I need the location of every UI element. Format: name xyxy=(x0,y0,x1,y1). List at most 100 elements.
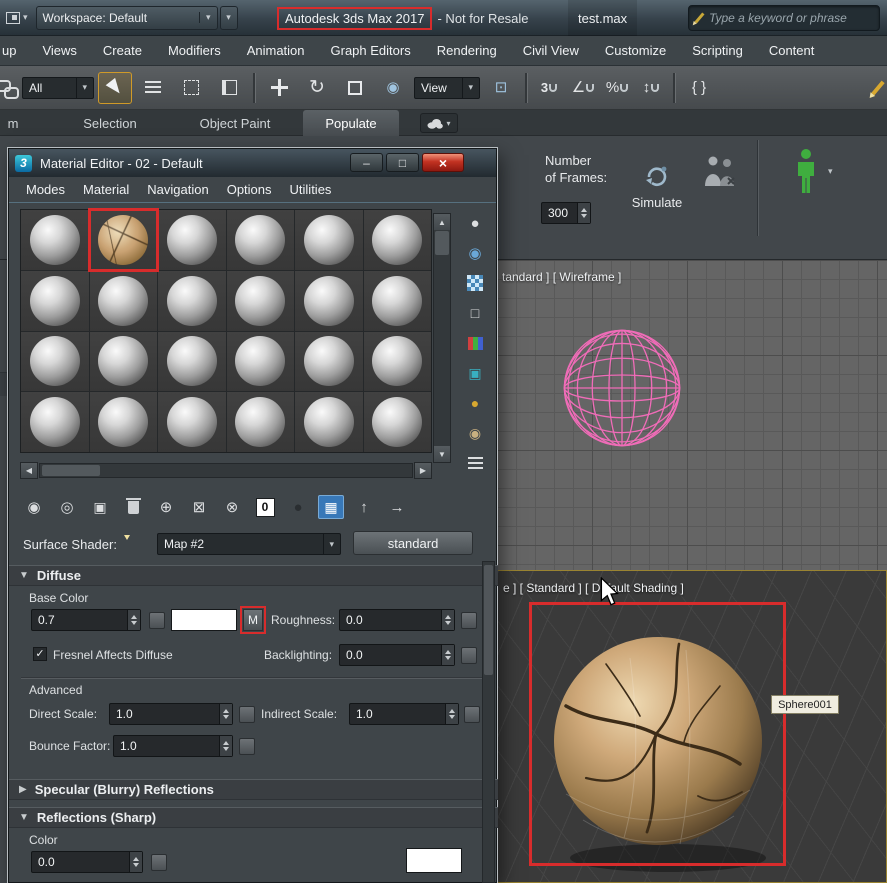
reflections-map-button[interactable] xyxy=(151,854,167,871)
backlighting-map-button[interactable] xyxy=(461,647,477,664)
go-to-parent-icon[interactable]: ↑ xyxy=(351,495,377,519)
material-sample-slot[interactable] xyxy=(295,392,363,452)
material-map-navigator-icon[interactable] xyxy=(462,451,488,475)
spinner-arrows[interactable] xyxy=(129,852,142,872)
viewport-top-wireframe[interactable]: tandard ] [ Wireframe ] xyxy=(497,260,887,570)
menu-modifiers[interactable]: Modifiers xyxy=(155,36,234,65)
spinner-snap-button[interactable]: ↕ xyxy=(636,72,666,104)
backlight-icon[interactable]: ◉ xyxy=(462,241,488,265)
workspace-more-button[interactable]: ▾ xyxy=(220,6,238,30)
material-sample-slot[interactable] xyxy=(295,210,363,270)
select-object-button[interactable] xyxy=(98,72,132,104)
ribbon-config-button[interactable]: ▾ xyxy=(420,113,458,133)
make-unique-icon[interactable]: ⊠ xyxy=(186,495,212,519)
character-dropdown-caret-icon[interactable]: ▾ xyxy=(828,166,833,177)
make-material-copy-icon[interactable]: ⊕ xyxy=(153,495,179,519)
select-by-name-button[interactable] xyxy=(136,72,170,104)
quick-access-caret-icon[interactable]: ▾ xyxy=(23,12,28,23)
scroll-right-icon[interactable]: ▶ xyxy=(414,462,432,479)
angle-snap-button[interactable]: ∠ xyxy=(568,72,598,104)
material-sample-slot[interactable] xyxy=(90,392,158,452)
material-sample-slot[interactable] xyxy=(364,332,432,392)
sample-horizontal-scrollbar[interactable] xyxy=(39,463,413,478)
material-sample-slot[interactable] xyxy=(158,210,226,270)
menu-group-partial[interactable]: up xyxy=(0,36,29,65)
material-sample-slot[interactable] xyxy=(21,392,89,452)
select-and-move-button[interactable] xyxy=(262,72,296,104)
material-sample-slot[interactable] xyxy=(295,271,363,331)
make-preview-icon[interactable]: ▣ xyxy=(462,361,488,385)
menu-content[interactable]: Content xyxy=(756,36,828,65)
maximize-button[interactable]: □ xyxy=(386,153,419,172)
select-and-rotate-button[interactable]: ↻ xyxy=(300,72,334,104)
scrollbar-thumb[interactable] xyxy=(484,565,493,675)
material-editor-titlebar[interactable]: 3 Material Editor - 02 - Default – □ × xyxy=(9,149,496,177)
bounce-factor-spinner[interactable]: 1.0 xyxy=(113,735,233,757)
material-sample-slot[interactable] xyxy=(158,271,226,331)
material-sample-slot[interactable] xyxy=(90,332,158,392)
spinner-arrows[interactable] xyxy=(445,704,458,724)
material-sample-slot[interactable] xyxy=(227,392,295,452)
material-sample-slot[interactable] xyxy=(90,271,158,331)
me-menu-modes[interactable]: Modes xyxy=(17,182,74,197)
sample-vertical-scrollbar[interactable]: ▲ ▼ xyxy=(433,213,451,463)
material-sample-slot[interactable] xyxy=(21,271,89,331)
direct-scale-map-button[interactable] xyxy=(239,706,255,723)
named-selection-sets-button[interactable]: { } xyxy=(682,72,716,104)
close-button[interactable]: × xyxy=(422,153,464,172)
material-sample-slot[interactable] xyxy=(227,332,295,392)
diffuse-weight-spinner[interactable]: 0.7 xyxy=(31,609,141,631)
menu-graph-editors[interactable]: Graph Editors xyxy=(318,36,424,65)
scroll-up-icon[interactable]: ▲ xyxy=(434,214,450,230)
viewport-label[interactable]: e ] [ Standard ] [ Default Shading ] xyxy=(503,581,684,595)
material-sample-slot[interactable] xyxy=(158,392,226,452)
ribbon-tab-selection[interactable]: Selection xyxy=(55,110,165,136)
direct-scale-spinner[interactable]: 1.0 xyxy=(109,703,233,725)
indirect-scale-map-button[interactable] xyxy=(464,706,480,723)
fresnel-checkbox[interactable]: ✓ xyxy=(33,647,47,661)
material-sample-slot-selected[interactable] xyxy=(90,210,158,270)
sample-uv-tiling-icon[interactable]: □ xyxy=(462,301,488,325)
material-sample-slot[interactable] xyxy=(227,210,295,270)
shader-type-button[interactable]: standard xyxy=(353,531,473,555)
material-sample-slot[interactable] xyxy=(364,392,432,452)
select-by-material-icon[interactable]: ◉ xyxy=(462,421,488,445)
material-sample-slot[interactable] xyxy=(21,210,89,270)
options-icon[interactable]: ● xyxy=(462,391,488,415)
select-and-link-icon[interactable] xyxy=(0,79,18,97)
search-input[interactable] xyxy=(709,11,873,25)
menu-civil-view[interactable]: Civil View xyxy=(510,36,592,65)
base-color-swatch[interactable] xyxy=(171,609,237,631)
menu-create[interactable]: Create xyxy=(90,36,155,65)
menu-customize[interactable]: Customize xyxy=(592,36,679,65)
percent-snap-button[interactable]: % xyxy=(602,72,632,104)
shader-map-dropdown[interactable]: Map #2 ▾ xyxy=(157,533,341,555)
delete-material-icon[interactable] xyxy=(120,495,146,519)
viewport-perspective-shaded[interactable]: e ] [ Standard ] [ Default Shading ] xyxy=(497,570,887,883)
quick-access-icon[interactable] xyxy=(6,12,20,24)
material-sample-slot[interactable] xyxy=(227,271,295,331)
menu-scripting[interactable]: Scripting xyxy=(679,36,756,65)
put-material-to-scene-icon[interactable]: ◎ xyxy=(54,495,80,519)
menu-views[interactable]: Views xyxy=(29,36,89,65)
assign-material-to-selection-icon[interactable]: ▣ xyxy=(87,495,113,519)
material-id-channel-button[interactable]: 0 xyxy=(252,495,278,519)
viewport-label[interactable]: tandard ] [ Wireframe ] xyxy=(502,270,621,284)
go-forward-to-sibling-icon[interactable]: → xyxy=(384,495,410,519)
mirror-tool-partial-button[interactable] xyxy=(861,72,887,104)
roughness-spinner[interactable]: 0.0 xyxy=(339,609,455,631)
spinner-arrows[interactable] xyxy=(219,736,232,756)
frames-spinner[interactable]: 300 xyxy=(541,202,591,224)
window-crossing-button[interactable] xyxy=(212,72,246,104)
rectangular-selection-region-button[interactable] xyxy=(174,72,208,104)
ribbon-tab-object-paint[interactable]: Object Paint xyxy=(175,110,295,136)
sample-type-sphere-icon[interactable]: ● xyxy=(462,211,488,235)
rollout-reflections[interactable]: ▼ Reflections (Sharp) xyxy=(9,807,498,828)
me-menu-utilities[interactable]: Utilities xyxy=(281,182,341,197)
scroll-down-icon[interactable]: ▼ xyxy=(434,446,450,462)
ribbon-tab-partial[interactable]: m xyxy=(0,110,26,136)
me-menu-options[interactable]: Options xyxy=(218,182,281,197)
parameters-scrollbar[interactable] xyxy=(482,561,495,883)
base-weight-map-button[interactable] xyxy=(149,612,165,629)
snap-toggle-3d-button[interactable]: 3 xyxy=(534,72,564,104)
